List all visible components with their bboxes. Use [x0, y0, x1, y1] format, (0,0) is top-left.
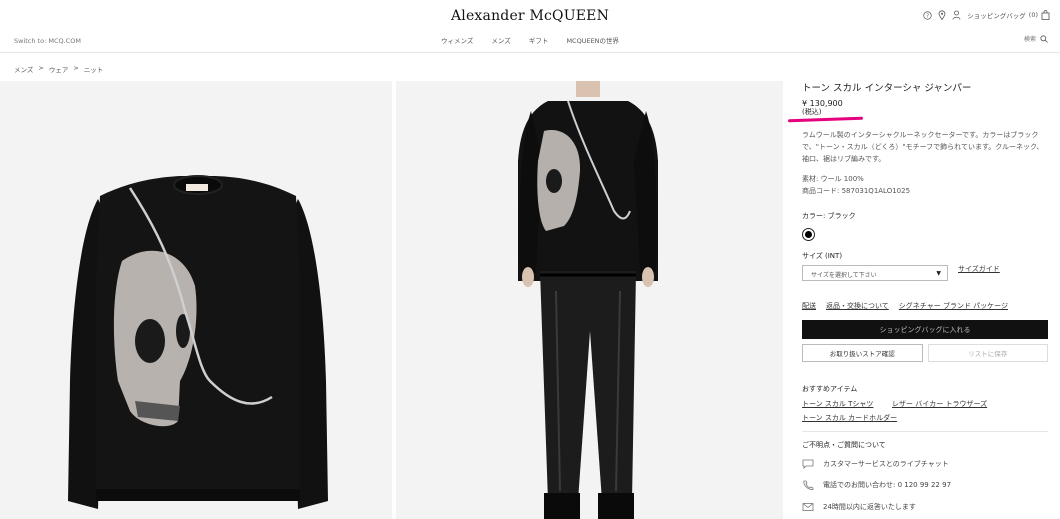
breadcrumb-separator: > [73, 64, 79, 72]
material-info: 素材: ウール 100% [802, 175, 864, 183]
phone-contact[interactable]: 電話でのお問い合わせ: 0 120 99 22 97 [802, 480, 951, 490]
mail-contact[interactable]: 24時間以内に返答いたします [802, 502, 916, 512]
secondary-actions: お取り扱いストア確認 リストに保存 [802, 344, 1048, 362]
store-availability-button[interactable]: お取り扱いストア確認 [802, 344, 923, 362]
packaging-link[interactable]: シグネチャー ブランド パッケージ [899, 301, 1008, 311]
model-image [518, 81, 658, 519]
nav-men[interactable]: メンズ [491, 37, 510, 45]
phone-icon [803, 480, 814, 490]
shopping-bag-count: (0) [1028, 11, 1038, 19]
nav-world[interactable]: MCQUEENの世界 [566, 37, 619, 45]
size-guide-link[interactable]: サイズガイド [958, 264, 1000, 274]
product-code: 商品コード: 587031Q1ALO1025 [802, 187, 911, 195]
bag-icon [1041, 10, 1050, 20]
mail-icon [802, 503, 814, 511]
contact-heading: ご不明点・ご質問について [802, 441, 886, 449]
brand-logo[interactable]: Alexander McQUEEN [0, 8, 1060, 24]
product-description: ラムウール製のインターシャクルーネックセーターです。カラーはブラックで、"トーン… [802, 131, 1044, 163]
search-label: 検索 [1023, 36, 1036, 43]
header-divider [0, 52, 1060, 53]
mail-label: 24時間以内に返答いたします [823, 503, 916, 511]
live-chat-link[interactable]: カスタマーサービスとのライブチャット [802, 459, 949, 469]
section-divider [802, 431, 1048, 432]
live-chat-label: カスタマーサービスとのライブチャット [823, 460, 949, 468]
returns-link[interactable]: 返品・交換について [826, 301, 889, 311]
size-select-placeholder: サイズを選択して下さい [811, 272, 877, 279]
product-image-front[interactable] [0, 81, 392, 519]
price-highlight-underline [787, 116, 864, 123]
shopping-bag-label: ショッピングバッグ [967, 12, 1026, 20]
product-image-model[interactable] [396, 81, 783, 519]
recommended-heading: おすすめアイテム [802, 385, 858, 393]
header-utilities: ? ショッピングバッグ (0) [923, 10, 1050, 20]
color-swatch-black[interactable] [802, 228, 815, 241]
color-label: カラー: ブラック [802, 212, 856, 220]
phone-label: 電話でのお問い合わせ: 0 120 99 22 97 [823, 481, 952, 489]
nav-women[interactable]: ウィメンズ [441, 37, 473, 45]
chat-icon [802, 459, 814, 469]
recommended-item[interactable]: レザー バイカー トラウザーズ [892, 399, 987, 409]
info-links: 配送 返品・交換について シグネチャー ブランド パッケージ [802, 301, 1008, 311]
sweater-image [68, 175, 328, 509]
product-title: トーン スカル インターシャ ジャンパー [802, 83, 972, 94]
breadcrumb-wear[interactable]: ウェア [49, 64, 69, 74]
size-select[interactable]: サイズを選択して下さい ▼ [802, 265, 948, 281]
size-label: サイズ (INT) [802, 252, 843, 260]
svg-text:?: ? [926, 13, 929, 19]
main-nav: ウィメンズ メンズ ギフト MCQUEENの世界 [0, 35, 1060, 45]
tax-note: (税込) [802, 108, 822, 116]
shopping-bag-link[interactable]: ショッピングバッグ (0) [967, 10, 1050, 20]
recommended-item[interactable]: トーン スカル Tシャツ [802, 399, 873, 409]
breadcrumb-men[interactable]: メンズ [14, 64, 33, 74]
breadcrumb: メンズ > ウェア > ニット [14, 64, 103, 74]
shipping-link[interactable]: 配送 [802, 301, 816, 311]
product-details: トーン スカル インターシャ ジャンパー ¥ 130,900 (税込) ラムウー… [787, 75, 1052, 519]
user-icon[interactable] [952, 10, 961, 20]
search-icon [1040, 34, 1048, 43]
search-trigger[interactable]: 検索 [1024, 34, 1048, 43]
recommended-item[interactable]: トーン スカル カードホルダー [802, 413, 897, 423]
breadcrumb-separator: > [38, 64, 44, 72]
caret-down-icon: ▼ [936, 270, 941, 277]
add-to-bag-button[interactable]: ショッピングバッグに入れる [802, 320, 1048, 339]
nav-gifts[interactable]: ギフト [529, 37, 549, 45]
breadcrumb-knit[interactable]: ニット [84, 64, 104, 74]
help-icon[interactable]: ? [923, 10, 932, 20]
location-pin-icon[interactable] [938, 10, 946, 20]
save-to-wishlist-button[interactable]: リストに保存 [927, 344, 1048, 362]
